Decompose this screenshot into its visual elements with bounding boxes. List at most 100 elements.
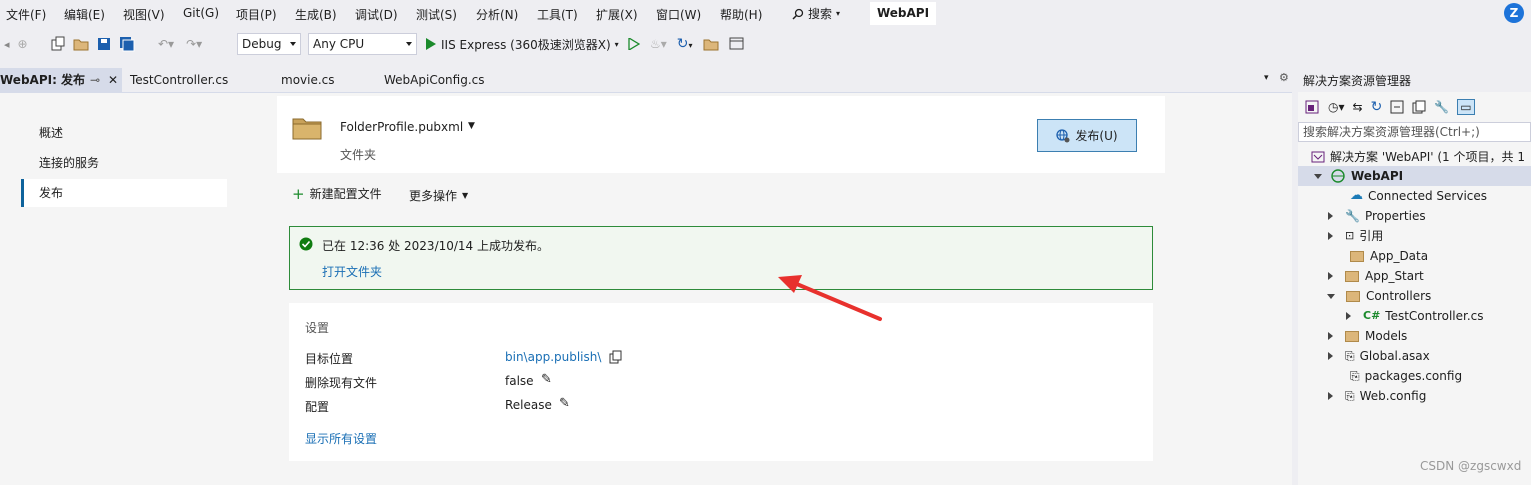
- show-all-files-icon[interactable]: [1412, 100, 1426, 114]
- refresh-icon[interactable]: ↻: [1371, 99, 1383, 115]
- tree-label: App_Start: [1365, 269, 1424, 283]
- menu-project[interactable]: 项目(P): [236, 6, 277, 23]
- document-tabs: WebAPI: 发布 ⊸ ✕ TestController.cs movie.c…: [0, 68, 1296, 92]
- pin-icon[interactable]: ⊸: [90, 68, 100, 92]
- expand-icon[interactable]: [1328, 392, 1333, 400]
- tree-item[interactable]: App_Data: [1350, 246, 1428, 266]
- folder-tool-icon[interactable]: [703, 36, 719, 52]
- menu-window[interactable]: 窗口(W): [656, 6, 701, 23]
- expand-icon[interactable]: [1328, 232, 1333, 240]
- new-profile-label: 新建配置文件: [309, 187, 382, 201]
- new-item-icon[interactable]: [50, 36, 66, 52]
- menu-git[interactable]: Git(G): [183, 6, 219, 20]
- refresh-icon[interactable]: ↻▾: [677, 36, 693, 52]
- nav-connected-services[interactable]: 连接的服务: [21, 149, 227, 177]
- chevron-down-icon[interactable]: ▾: [615, 40, 619, 49]
- target-location-link[interactable]: bin\app.publish\: [505, 350, 601, 364]
- play-icon[interactable]: [425, 38, 437, 50]
- run-target-label[interactable]: IIS Express (360极速浏览器X): [441, 36, 611, 53]
- config-value: Debug: [242, 37, 282, 51]
- tree-item[interactable]: ⎘ Global.asax: [1328, 346, 1430, 366]
- redo-icon[interactable]: ↷▾: [186, 37, 202, 51]
- switch-view-icon[interactable]: [1304, 99, 1320, 115]
- open-folder-link[interactable]: 打开文件夹: [322, 263, 382, 280]
- solution-search-input[interactable]: 搜索解决方案资源管理器(Ctrl+;): [1298, 122, 1531, 142]
- expand-icon[interactable]: [1328, 352, 1333, 360]
- new-profile-button[interactable]: + 新建配置文件: [292, 185, 382, 202]
- menu-file[interactable]: 文件(F): [6, 6, 46, 23]
- tree-item[interactable]: App_Start: [1328, 266, 1424, 286]
- forward-icon[interactable]: ⊕: [18, 37, 28, 51]
- back-icon[interactable]: ◂: [4, 38, 10, 51]
- tree-label: 解决方案 'WebAPI' (1 个项目，共 1: [1330, 150, 1525, 164]
- tree-item[interactable]: Controllers: [1327, 286, 1431, 306]
- show-all-settings-link[interactable]: 显示所有设置: [305, 430, 377, 447]
- menu-test[interactable]: 测试(S): [416, 6, 457, 23]
- tree-item[interactable]: ⊡ 引用: [1328, 226, 1383, 246]
- tree-project[interactable]: WebAPI: [1298, 166, 1531, 186]
- tree-item[interactable]: ⎘ Web.config: [1328, 386, 1426, 406]
- publish-status-message: 已在 12:36 处 2023/10/14 上成功发布。: [322, 239, 550, 253]
- profile-name[interactable]: FolderProfile.pubxml: [340, 120, 463, 134]
- nav-overview[interactable]: 概述: [21, 119, 227, 147]
- hot-reload-icon[interactable]: ♨▾: [650, 37, 667, 51]
- avatar[interactable]: Z: [1504, 3, 1524, 23]
- menu-view[interactable]: 视图(V): [123, 6, 165, 23]
- tab-label: movie.cs: [281, 73, 335, 87]
- tree-item[interactable]: ⎘ packages.config: [1350, 366, 1462, 386]
- search-box[interactable]: 搜索 ▾: [792, 5, 840, 22]
- history-icon[interactable]: ◷▾: [1328, 100, 1345, 114]
- menu-extensions[interactable]: 扩展(X): [596, 6, 638, 23]
- config-select[interactable]: Debug: [237, 33, 301, 55]
- expand-icon[interactable]: [1314, 173, 1322, 179]
- tree-item[interactable]: Models: [1328, 326, 1407, 346]
- tree-label: Global.asax: [1359, 349, 1430, 363]
- menu-analyze[interactable]: 分析(N): [476, 6, 518, 23]
- menu-debug[interactable]: 调试(D): [355, 6, 398, 23]
- undo-icon[interactable]: ↶▾: [158, 37, 174, 51]
- menu-help[interactable]: 帮助(H): [720, 6, 762, 23]
- tree-item[interactable]: 🔧 Properties: [1328, 206, 1426, 226]
- more-actions-button[interactable]: 更多操作 ▼: [409, 187, 468, 204]
- menu-tools[interactable]: 工具(T): [537, 6, 578, 23]
- tree-item[interactable]: C# TestController.cs: [1346, 306, 1484, 326]
- tree-label: Connected Services: [1368, 189, 1488, 203]
- close-icon[interactable]: ✕: [108, 68, 118, 92]
- window-layout-icon[interactable]: [729, 36, 745, 52]
- search-placeholder: 搜索解决方案资源管理器(Ctrl+;): [1303, 125, 1480, 139]
- publish-button[interactable]: 发布(U): [1037, 119, 1137, 152]
- menu-build[interactable]: 生成(B): [295, 6, 337, 23]
- menu-edit[interactable]: 编辑(E): [64, 6, 105, 23]
- preview-icon[interactable]: ▭: [1457, 99, 1475, 115]
- wrench-icon[interactable]: 🔧: [1434, 100, 1449, 114]
- gear-icon[interactable]: ⚙: [1279, 71, 1289, 84]
- tab-dropdown-icon[interactable]: ▾: [1264, 73, 1269, 83]
- tree-solution[interactable]: 解决方案 'WebAPI' (1 个项目，共 1: [1310, 147, 1525, 167]
- tab-file[interactable]: WebApiConfig.cs: [378, 68, 532, 92]
- chevron-down-icon[interactable]: ▼: [468, 121, 475, 131]
- expand-icon[interactable]: [1346, 312, 1351, 320]
- nav-publish[interactable]: 发布: [21, 179, 227, 207]
- platform-select[interactable]: Any CPU: [308, 33, 417, 55]
- config-file-icon: ⎘: [1345, 389, 1355, 403]
- tab-file[interactable]: movie.cs: [275, 68, 377, 92]
- expand-icon[interactable]: [1327, 293, 1335, 299]
- save-icon[interactable]: [96, 36, 112, 52]
- tab-publish[interactable]: WebAPI: 发布 ⊸ ✕: [0, 68, 122, 92]
- save-all-icon[interactable]: [119, 36, 135, 52]
- tree-label: WebAPI: [1351, 169, 1404, 183]
- edit-pencil-icon[interactable]: ✎: [559, 396, 570, 411]
- open-folder-icon[interactable]: [73, 36, 89, 52]
- sync-icon[interactable]: ⇆: [1353, 100, 1363, 114]
- collapse-all-icon[interactable]: [1390, 100, 1404, 114]
- tree-item[interactable]: ☁ Connected Services: [1350, 186, 1487, 206]
- expand-icon[interactable]: [1328, 272, 1333, 280]
- copy-icon[interactable]: [609, 350, 623, 364]
- expand-icon[interactable]: [1328, 212, 1333, 220]
- solution-toolbar: ◷▾ ⇆ ↻ 🔧 ▭: [1298, 94, 1531, 120]
- expand-icon[interactable]: [1328, 332, 1333, 340]
- start-without-debug-icon[interactable]: [628, 38, 640, 50]
- tab-file[interactable]: TestController.cs: [124, 68, 272, 92]
- edit-pencil-icon[interactable]: ✎: [541, 372, 552, 387]
- tree-label: App_Data: [1370, 249, 1429, 263]
